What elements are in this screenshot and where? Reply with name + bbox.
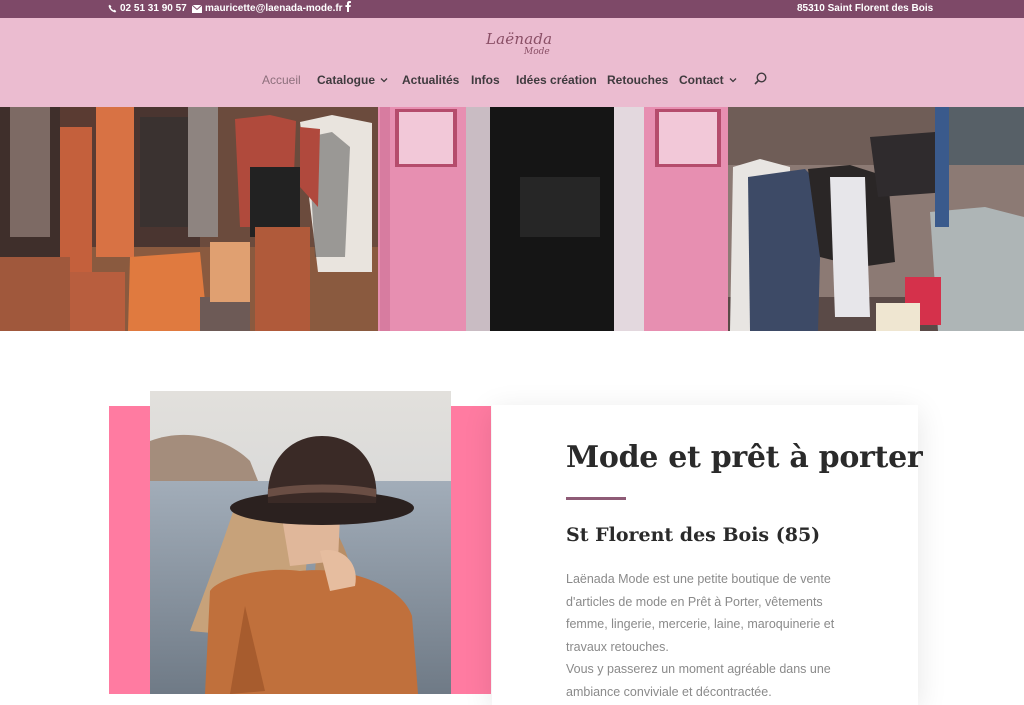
nav-item-idees-creation[interactable]: Idées création	[516, 73, 597, 87]
top-bar: 02 51 31 90 57 mauricette@laenada-mode.f…	[0, 0, 1024, 18]
nav-item-infos[interactable]: Infos	[471, 73, 500, 87]
nav-label: Idées création	[516, 73, 597, 87]
paragraph-line: travaux retouches.	[566, 639, 669, 654]
phone-link[interactable]: 02 51 31 90 57	[108, 3, 187, 14]
nav-label: Accueil	[262, 73, 301, 87]
paragraph-line: femme, lingerie, mercerie, laine, maroqu…	[566, 617, 835, 631]
nav-item-retouches[interactable]: Retouches	[607, 73, 668, 87]
phone-number: 02 51 31 90 57	[120, 3, 187, 14]
nav-label: Actualités	[402, 73, 460, 87]
chevron-down-icon	[729, 77, 737, 83]
section-subheading: St Florent des Bois (85)	[566, 524, 821, 546]
logo-subtext: Mode	[524, 47, 550, 57]
paragraph-line: d'articles de mode en Prêt à Porter, vêt…	[566, 594, 823, 609]
paragraph-line: ambiance conviviale et décontractée.	[566, 684, 772, 699]
paragraph-line: Laënada Mode est une petite boutique de …	[566, 572, 831, 586]
site-header: Laënada Mode Accueil Catalogue Actualité…	[0, 18, 1024, 107]
email-address: mauricette@laenada-mode.fr	[205, 3, 343, 14]
facebook-icon[interactable]	[345, 1, 351, 12]
chevron-down-icon	[380, 77, 388, 83]
logo-text: Laënada	[486, 30, 553, 48]
main-nav: Accueil Catalogue Actualités Infos Idées…	[0, 72, 1024, 89]
nav-label: Catalogue	[317, 73, 376, 87]
intro-paragraph: Laënada Mode est une petite boutique de …	[566, 568, 866, 703]
nav-item-accueil[interactable]: Accueil	[262, 73, 301, 87]
nav-item-actualites[interactable]: Actualités	[402, 73, 459, 87]
site-logo[interactable]: Laënada Mode	[486, 28, 553, 62]
model-photo	[150, 391, 451, 694]
section-heading: Mode et prêt à porter	[566, 440, 923, 475]
mail-icon	[192, 4, 202, 13]
nav-label: Infos	[471, 73, 500, 87]
hero-banner-shopfront	[0, 107, 1024, 331]
heading-divider	[566, 497, 626, 500]
nav-label: Retouches	[607, 73, 669, 87]
email-link[interactable]: mauricette@laenada-mode.fr	[192, 3, 343, 14]
location-text: 85310 Saint Florent des Bois	[797, 3, 934, 14]
paragraph-line: Vous y passerez un moment agréable dans …	[566, 662, 831, 676]
search-icon[interactable]	[754, 72, 767, 85]
phone-icon	[108, 4, 117, 13]
nav-label: Contact	[679, 73, 724, 87]
nav-item-contact[interactable]: Contact	[679, 73, 737, 87]
nav-item-catalogue[interactable]: Catalogue	[317, 73, 388, 87]
